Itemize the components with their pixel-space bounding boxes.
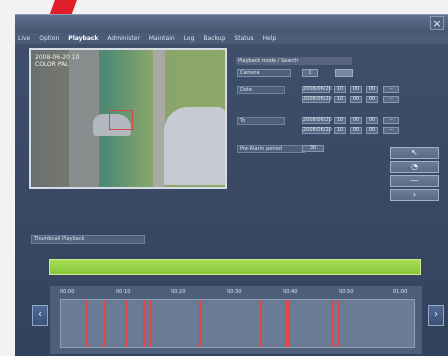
timeline-event-marker [199, 300, 201, 347]
date-cell-7[interactable]: 10 [334, 96, 346, 103]
date-cell-2[interactable]: 10 [334, 86, 346, 93]
to-cell-7[interactable]: 10 [334, 127, 346, 134]
row-label-prealarm: Pre-Alarm period [237, 145, 305, 153]
tick-label-5: 00:40 [283, 289, 298, 295]
playback-button-4[interactable]: › [390, 189, 439, 201]
timeline-event-marker [86, 300, 88, 347]
playback-button-3[interactable]: — [390, 175, 439, 187]
camera-select[interactable]: Camera [237, 69, 291, 77]
timeline-event-marker [288, 300, 290, 347]
menu-maintain[interactable]: Maintain [149, 33, 175, 44]
timeline-next-button[interactable]: › [428, 305, 444, 326]
menu-playback[interactable]: Playback [68, 33, 98, 44]
panel-title: Playback mode / Search [236, 57, 352, 65]
date-cell-6[interactable]: 2008/06/20 [302, 96, 332, 103]
camera-spinner[interactable]: 1 [302, 69, 318, 77]
video-timestamp: 2008-06-20 10 [35, 54, 80, 61]
menu-backup[interactable]: Backup [203, 33, 225, 44]
date-cell-10[interactable]: -- [383, 96, 399, 103]
row-label-date: Date [237, 86, 285, 94]
timeline-event-marker [104, 300, 106, 347]
to-cell-4[interactable]: 00 [366, 117, 378, 124]
playback-button-1[interactable]: ↖ [390, 147, 439, 159]
timeline-event-marker [125, 300, 127, 347]
app-window: × Live Option Playback Administer Mainta… [15, 14, 448, 356]
to-cell-6[interactable]: 2008/06/20 [302, 127, 332, 134]
menu-status[interactable]: Status [234, 33, 253, 44]
to-cell-1[interactable]: 2008/06/20 [302, 117, 332, 124]
car-shape-large [164, 107, 225, 185]
timeline-track[interactable] [60, 299, 415, 348]
to-cell-8[interactable]: 00 [350, 127, 362, 134]
timeline-event-marker [285, 300, 287, 347]
to-cell-5[interactable]: -- [383, 117, 399, 124]
tick-label-4: 00:30 [227, 289, 242, 295]
menu-administer[interactable]: Administer [107, 33, 139, 44]
row-label-to: To [237, 117, 285, 125]
to-cell-3[interactable]: 00 [350, 117, 362, 124]
date-cell-9[interactable]: 00 [366, 96, 378, 103]
close-button[interactable]: × [430, 16, 444, 30]
timeline-event-marker [143, 300, 145, 347]
tick-label-7: 01:00 [393, 289, 408, 295]
video-mode: COLOR PAL [35, 61, 69, 68]
timeline-event-marker [331, 300, 333, 347]
playback-button-2[interactable]: ◔ [390, 161, 439, 173]
prealarm-cell[interactable]: 30 [302, 145, 324, 152]
to-cell-2[interactable]: 10 [334, 117, 346, 124]
small-action-button[interactable] [335, 69, 353, 77]
tick-label-6: 00:50 [339, 289, 354, 295]
date-cell-4[interactable]: 00 [366, 86, 378, 93]
menu-option[interactable]: Option [39, 33, 59, 44]
menu-help[interactable]: Help [263, 33, 277, 44]
timeline-event-marker [150, 300, 152, 347]
timeline-event-marker [338, 300, 340, 347]
playback-progress-bar [49, 259, 421, 275]
title-bar: × [15, 15, 448, 33]
motion-box [109, 110, 133, 130]
date-cell-8[interactable]: 00 [350, 96, 362, 103]
tick-label-3: 00:20 [171, 289, 186, 295]
video-preview: 2008-06-20 10 COLOR PAL [29, 48, 227, 189]
menu-live[interactable]: Live [18, 33, 30, 44]
to-cell-10[interactable]: -- [383, 127, 399, 134]
video-osd: 2008-06-20 10 COLOR PAL [35, 54, 79, 68]
tick-label-1: 00:00 [60, 289, 75, 295]
thumbnail-playback-label: Thumbnail Playback [31, 235, 145, 244]
tick-label-2: 00:10 [116, 289, 131, 295]
main-menu: Live Option Playback Administer Maintain… [15, 33, 448, 44]
timeline-event-marker [260, 300, 262, 347]
timeline-prev-button[interactable]: ‹ [32, 305, 48, 326]
menu-log[interactable]: Log [184, 33, 195, 44]
date-cell-3[interactable]: 00 [350, 86, 362, 93]
date-cell-1[interactable]: 2008/06/20 [302, 86, 332, 93]
to-cell-9[interactable]: 00 [366, 127, 378, 134]
date-cell-5[interactable]: -- [383, 86, 399, 93]
